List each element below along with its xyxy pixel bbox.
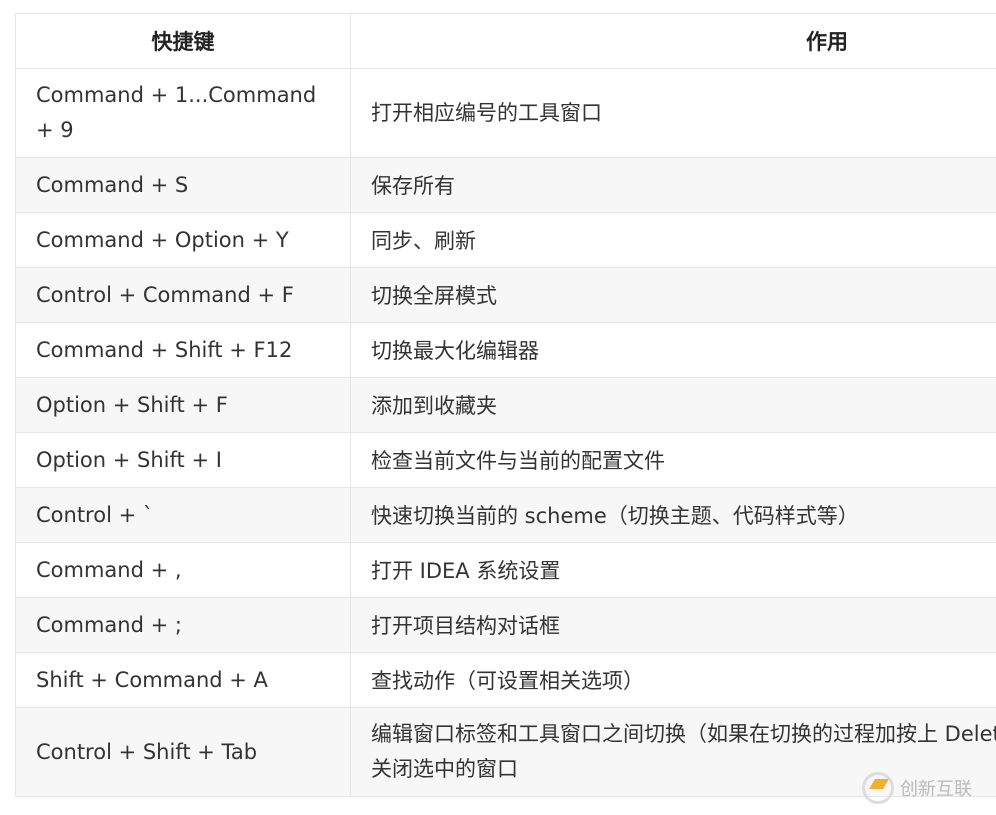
table-row: Command + Shift + F12 切换最大化编辑器	[15, 322, 996, 378]
table-row: Control + Shift + Tab 编辑窗口标签和工具窗口之间切换（如果在…	[15, 707, 996, 797]
function-cell: 检查当前文件与当前的配置文件	[350, 432, 996, 488]
table-row: Option + Shift + F 添加到收藏夹	[15, 377, 996, 433]
shortcut-cell: Control + Command + F	[15, 267, 351, 323]
shortcut-cell: Command + Shift + F12	[15, 322, 351, 378]
table-row: Option + Shift + I 检查当前文件与当前的配置文件	[15, 432, 996, 488]
table-row: Command + Option + Y 同步、刷新	[15, 212, 996, 268]
function-cell: 同步、刷新	[350, 212, 996, 268]
shortcuts-table: 快捷键 作用 Command + 1...Command + 9 打开相应编号的工…	[15, 13, 996, 797]
header-function: 作用	[350, 13, 996, 69]
shortcut-cell: Command + Option + Y	[15, 212, 351, 268]
table-row: Control + ` 快速切换当前的 scheme（切换主题、代码样式等）	[15, 487, 996, 543]
watermark-logo-icon	[862, 772, 894, 804]
shortcut-cell: Command + 1...Command + 9	[15, 68, 351, 158]
shortcut-cell: Command + S	[15, 157, 351, 213]
function-cell: 添加到收藏夹	[350, 377, 996, 433]
watermark-text: 创新互联	[900, 779, 972, 800]
function-cell: 打开相应编号的工具窗口	[350, 68, 996, 158]
table-row: Command + 1...Command + 9 打开相应编号的工具窗口	[15, 68, 996, 158]
shortcut-cell: Control + `	[15, 487, 351, 543]
table-header: 快捷键 作用	[15, 13, 996, 69]
function-cell: 保存所有	[350, 157, 996, 213]
shortcut-cell: Command + ,	[15, 542, 351, 598]
table-row: Command + ; 打开项目结构对话框	[15, 597, 996, 653]
header-shortcut: 快捷键	[15, 13, 351, 69]
watermark: 创新互联	[862, 772, 972, 804]
shortcut-cell: Option + Shift + I	[15, 432, 351, 488]
function-cell: 切换全屏模式	[350, 267, 996, 323]
function-cell: 打开项目结构对话框	[350, 597, 996, 653]
table-row: Command + S 保存所有	[15, 157, 996, 213]
shortcut-cell: Command + ;	[15, 597, 351, 653]
shortcut-cell: Option + Shift + F	[15, 377, 351, 433]
table-row: Control + Command + F 切换全屏模式	[15, 267, 996, 323]
function-cell: 切换最大化编辑器	[350, 322, 996, 378]
shortcut-cell: Control + Shift + Tab	[15, 707, 351, 797]
table-row: Shift + Command + A 查找动作（可设置相关选项）	[15, 652, 996, 708]
shortcut-cell: Shift + Command + A	[15, 652, 351, 708]
function-cell: 打开 IDEA 系统设置	[350, 542, 996, 598]
function-cell: 查找动作（可设置相关选项）	[350, 652, 996, 708]
function-cell: 快速切换当前的 scheme（切换主题、代码样式等）	[350, 487, 996, 543]
table-row: Command + , 打开 IDEA 系统设置	[15, 542, 996, 598]
